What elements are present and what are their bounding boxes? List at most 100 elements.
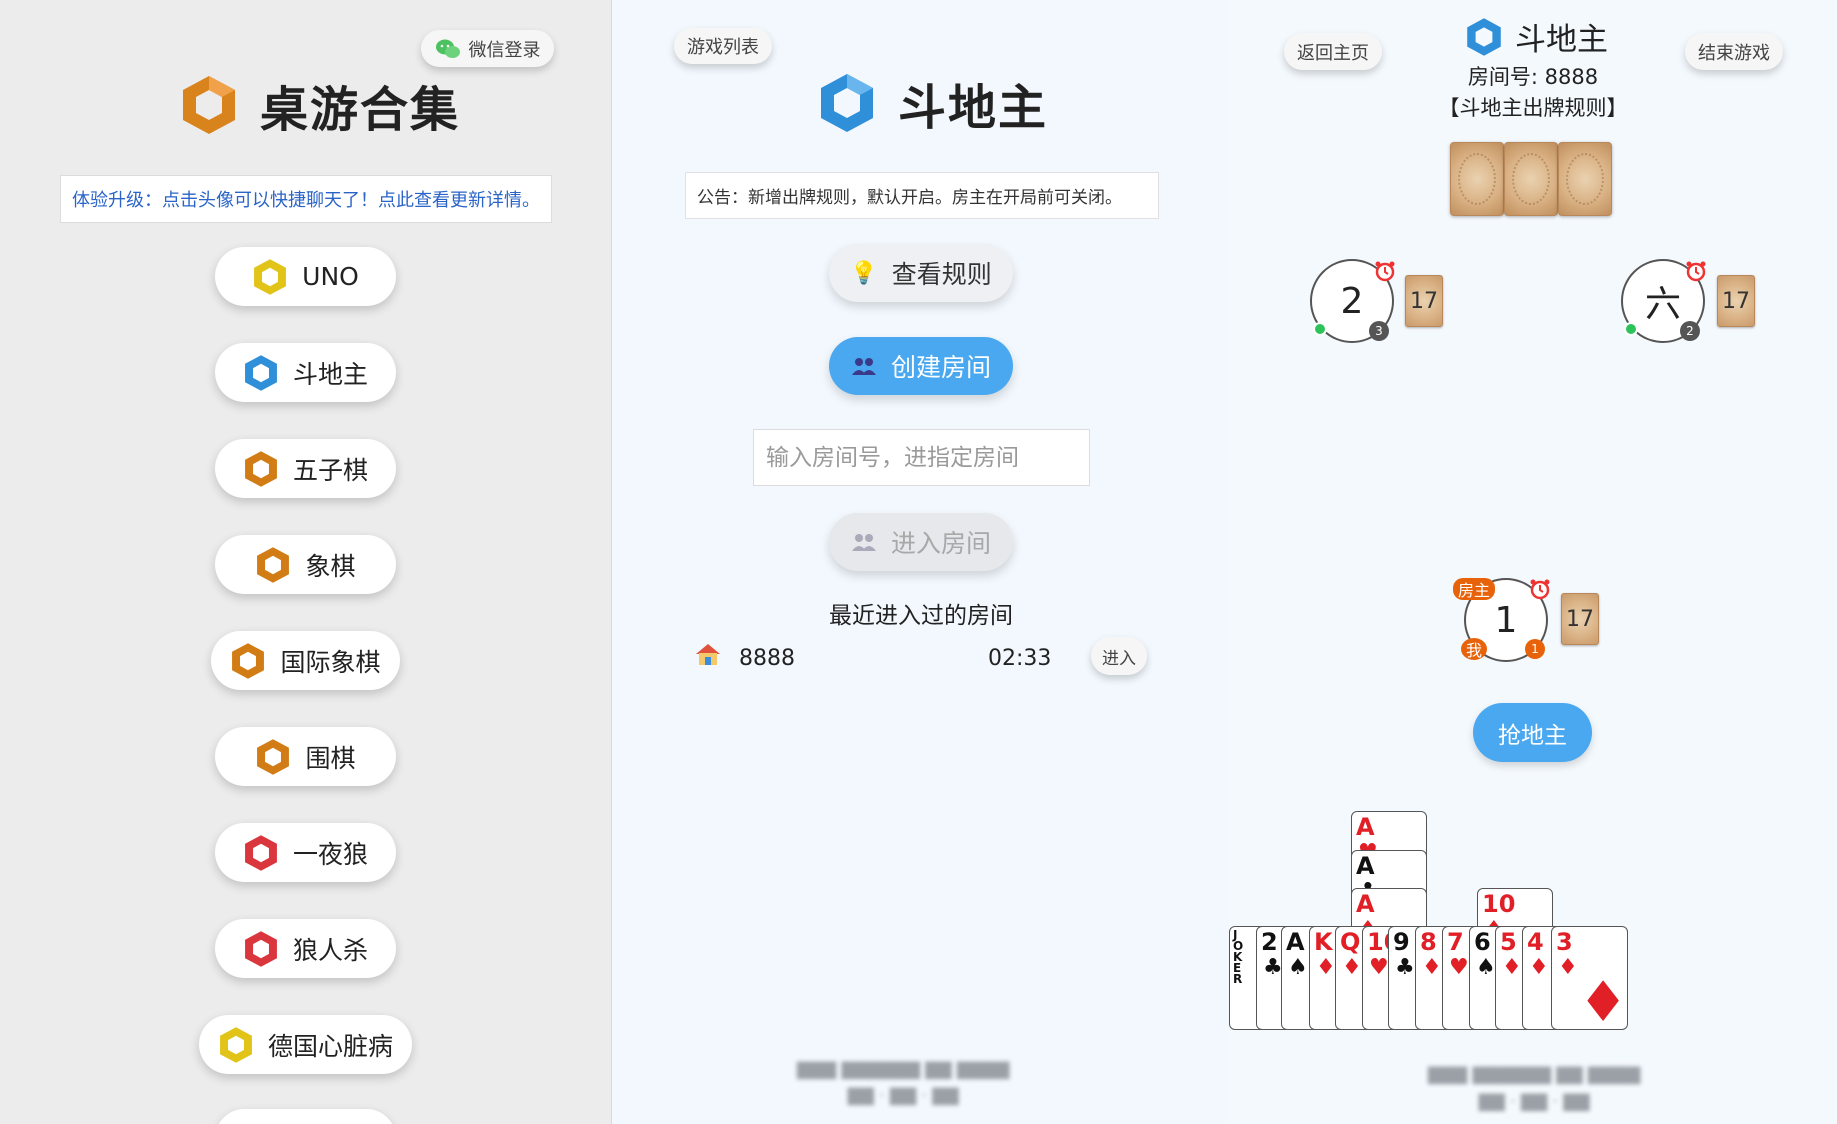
room-number-label: 房间号: 8888 (1467, 65, 1599, 89)
game-item-werewolf[interactable]: 狼人杀 (215, 919, 396, 978)
hexagon-red-icon (243, 930, 279, 968)
lobby-title: 斗地主 (818, 68, 1048, 138)
card-rank: 5 (1500, 928, 1517, 956)
game-item-halli-galli[interactable]: 德国心脏病 (199, 1015, 412, 1074)
hexagon-yellow-icon (218, 1026, 254, 1064)
game-list-button[interactable]: 游戏列表 (674, 28, 772, 64)
card-rank: A (1286, 928, 1305, 956)
wechat-icon (435, 39, 460, 58)
users-icon (851, 534, 876, 551)
recent-room-number: 8888 (739, 646, 795, 671)
game-item-uno[interactable]: UNO (215, 247, 396, 306)
enter-room-button[interactable]: 进入房间 (829, 513, 1013, 571)
game-label: 象棋 (305, 551, 356, 581)
game-item-chess[interactable]: 国际象棋 (211, 631, 400, 690)
game-item-doudizhu[interactable]: 斗地主 (215, 343, 396, 402)
card-rank: 2 (1261, 928, 1278, 956)
card-suit: ♥ (1369, 955, 1389, 980)
card-suit: ♦ (1558, 955, 1578, 980)
game-label: 五子棋 (292, 455, 368, 485)
card-suit-large: ♦ (1578, 970, 1628, 1030)
me-tag: 我 (1461, 638, 1487, 660)
doudizhu-lobby-panel: 游戏列表 斗地主 公告：新增出牌规则，默认开启。房主在开局前可关闭。 💡 查看规… (613, 0, 1229, 1124)
card-suit: ♣ (1395, 955, 1415, 980)
landlord-card-back (1558, 142, 1612, 216)
hexagon-orange-icon (255, 546, 291, 584)
card-suit: ♦ (1316, 955, 1336, 980)
game-item-xiangqi[interactable]: 象棋 (215, 535, 396, 594)
hexagon-orange-icon (230, 642, 266, 680)
card-rank: 4 (1527, 928, 1544, 956)
game-label: 斗地主 (292, 359, 368, 389)
users-icon (851, 358, 876, 375)
seat-number-badge: 1 (1525, 639, 1545, 659)
host-tag: 房主 (1453, 578, 1496, 600)
recent-room-row: 8888 02:33 (695, 640, 1245, 676)
card-rank: 8 (1420, 928, 1437, 956)
card-suit: ♣ (1263, 955, 1283, 980)
online-indicator (1624, 322, 1638, 336)
announcement: 公告：新增出牌规则，默认开启。房主在开局前可关闭。 (685, 172, 1159, 219)
cards-left-count: 17 (1717, 275, 1755, 327)
recent-room-enter-button[interactable]: 进入 (1091, 637, 1147, 675)
hexagon-orange-icon (255, 738, 291, 776)
online-indicator (1313, 322, 1327, 336)
card-suit: ♠ (1476, 955, 1496, 980)
table-title: 斗地主 (1465, 14, 1608, 59)
card-suit: ♦ (1342, 955, 1362, 980)
playing-card[interactable]: 3 ♦ ♦ (1551, 926, 1628, 1030)
app-title: 桌游合集 (180, 70, 460, 140)
recent-rooms-title: 最近进入过的房间 (829, 603, 1013, 629)
blurred-footer-text: ▇▇▇ ▇▇▇▇▇▇ ▇▇ ▇▇▇▇ (796, 1060, 1010, 1080)
blurred-footer-text: ▇▇ · ▇▇ · ▇▇ (847, 1086, 959, 1106)
hexagon-blue-logo-icon (818, 72, 876, 134)
game-table-panel: 返回主页 结束游戏 斗地主 房间号: 8888 【斗地主出牌规则】 2 3 17… (1229, 0, 1837, 1124)
game-collection-panel: 微信登录 桌游合集 体验升级：点击头像可以快捷聊天了！点此查看更新详情。 UNO… (0, 0, 612, 1124)
card-suit: ♦ (1422, 955, 1442, 980)
seat-number-badge: 2 (1680, 321, 1700, 341)
hexagon-blue-icon (1465, 17, 1503, 57)
card-rank: 7 (1447, 928, 1464, 956)
card-rank: Q (1340, 928, 1361, 956)
hexagon-logo-icon (180, 74, 238, 136)
blurred-footer-text: ▇▇ · ▇▇ · ▇▇ (1478, 1092, 1590, 1112)
card-rank: 6 (1474, 928, 1491, 956)
game-item-one-night-werewolf[interactable]: 一夜狼 (215, 823, 396, 882)
wechat-login-label: 微信登录 (468, 39, 541, 61)
game-item-gomoku[interactable]: 五子棋 (215, 439, 396, 498)
play-rules-link[interactable]: 【斗地主出牌规则】 (1229, 92, 1837, 122)
card-suit: ♥ (1449, 955, 1469, 980)
game-item-more[interactable] (215, 1109, 396, 1124)
card-rank: 3 (1556, 928, 1573, 956)
hexagon-red-icon (243, 834, 279, 872)
recent-room-time: 02:33 (988, 646, 1052, 671)
view-rules-button[interactable]: 💡 查看规则 (829, 244, 1013, 302)
game-label: 德国心脏病 (267, 1031, 393, 1061)
house-icon (696, 644, 720, 665)
game-label: 一夜狼 (292, 839, 368, 869)
blurred-footer-text: ▇▇▇ ▇▇▇▇▇▇ ▇▇ ▇▇▇▇ (1427, 1065, 1641, 1085)
hexagon-blue-icon (243, 354, 279, 392)
seat-number-badge: 3 (1369, 321, 1389, 341)
create-room-button[interactable]: 创建房间 (829, 337, 1013, 395)
hexagon-orange-icon (243, 450, 279, 488)
card-rank: 9 (1393, 928, 1410, 956)
landlord-card-back (1504, 142, 1558, 216)
cards-left-count: 17 (1405, 275, 1443, 327)
alarm-clock-icon (1530, 579, 1550, 600)
card-rank: K (1314, 928, 1333, 956)
room-number-input[interactable] (753, 429, 1090, 486)
alarm-clock-icon (1375, 261, 1395, 282)
update-notice-link[interactable]: 体验升级：点击头像可以快捷聊天了！点此查看更新详情。 (60, 175, 552, 223)
card-suit: ♦ (1529, 955, 1549, 980)
grab-landlord-button[interactable]: 抢地主 (1473, 703, 1592, 762)
game-label: UNO (302, 262, 359, 291)
hexagon-yellow-icon (252, 258, 288, 296)
game-label: 狼人杀 (292, 935, 368, 965)
game-label: 围棋 (305, 743, 356, 773)
card-rank: JOKER (1233, 928, 1244, 986)
game-item-go[interactable]: 围棋 (215, 727, 396, 786)
card-suit: ♠ (1288, 955, 1308, 980)
wechat-login-button[interactable]: 微信登录 (421, 30, 554, 67)
alarm-clock-icon (1686, 261, 1706, 282)
